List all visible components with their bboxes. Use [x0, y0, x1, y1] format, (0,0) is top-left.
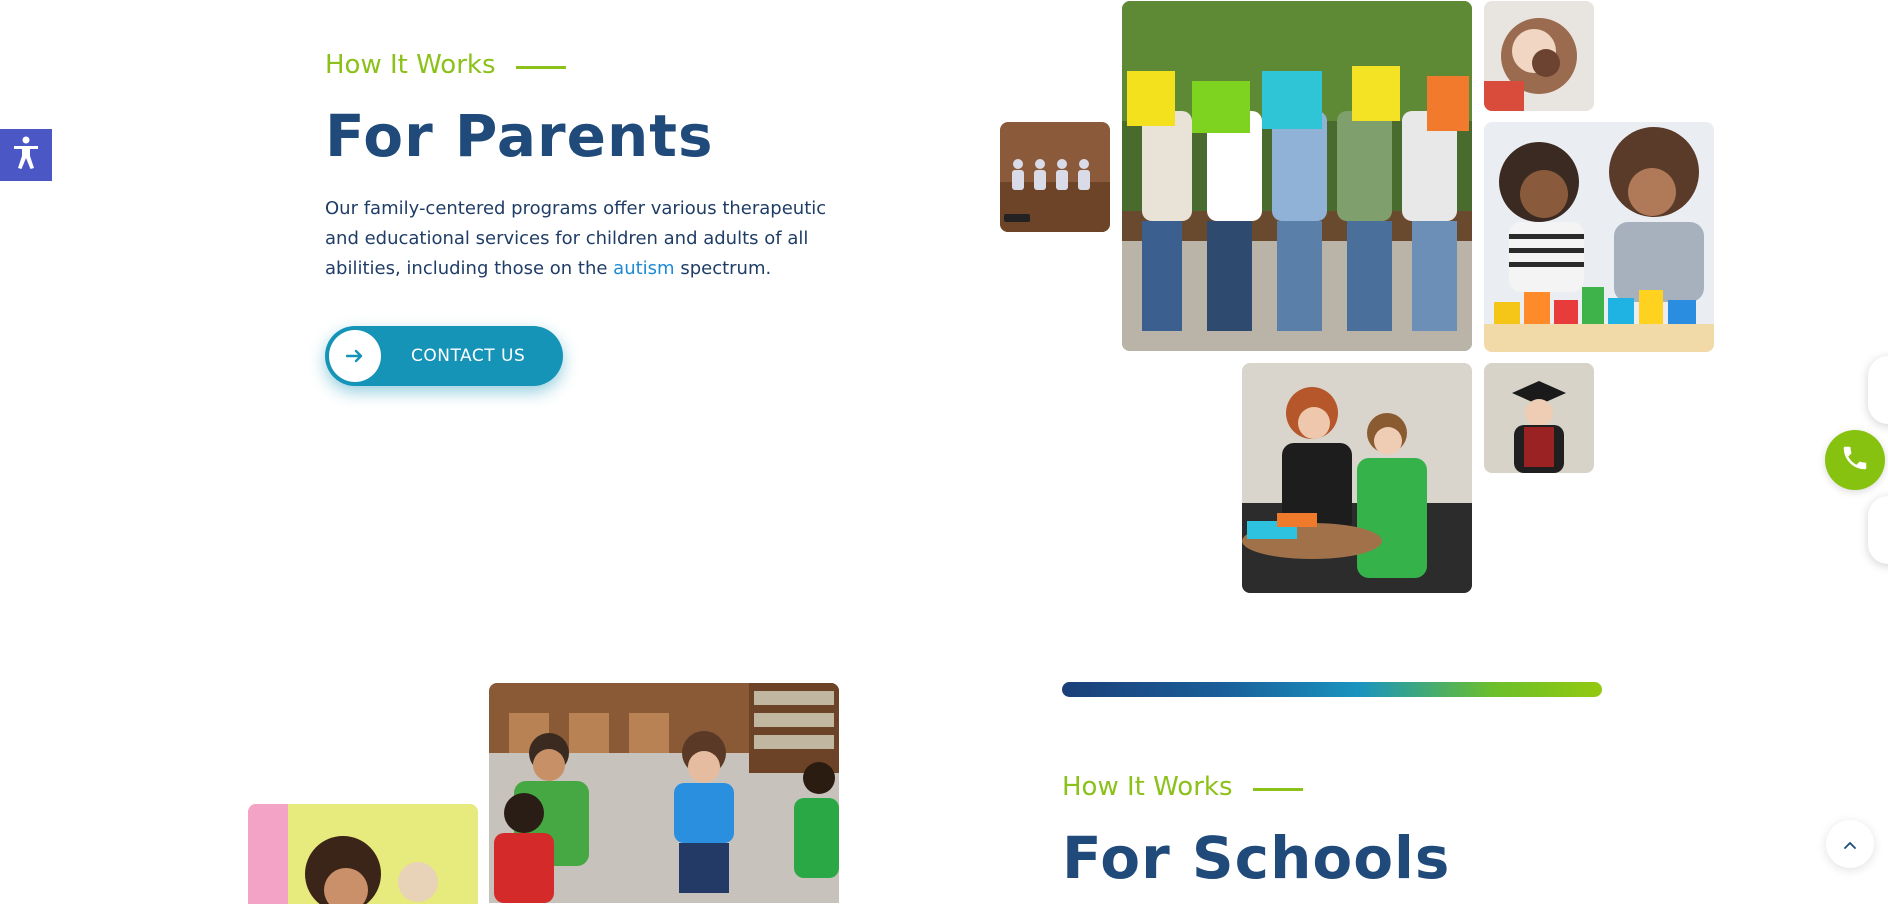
contact-us-button[interactable]: CONTACT US — [325, 326, 563, 386]
phone-icon — [1840, 443, 1870, 477]
teacher-with-boy-photo — [1242, 363, 1472, 593]
scroll-to-top-button[interactable] — [1826, 820, 1874, 868]
parents-description: Our family-centered programs offer vario… — [325, 194, 845, 284]
description-text-end: spectrum. — [674, 258, 772, 279]
accessibility-toolbar-button[interactable] — [0, 129, 52, 181]
eyebrow-text: How It Works — [1062, 772, 1233, 802]
paper-chain-people-photo — [1000, 122, 1110, 232]
contact-us-label: CONTACT US — [411, 346, 526, 366]
classroom-group-photo — [489, 683, 839, 903]
stacked-hands-photo — [1484, 1, 1594, 111]
autism-link[interactable]: autism — [613, 258, 674, 279]
parents-eyebrow: How It Works — [325, 50, 566, 80]
graduate-toddler-photo — [1484, 363, 1594, 473]
arrow-right-icon — [329, 330, 381, 382]
page-title: For Parents — [325, 102, 714, 170]
eyebrow-divider — [1252, 787, 1303, 791]
section-gradient-divider — [1062, 682, 1602, 697]
side-contact-card-top[interactable] — [1868, 356, 1888, 424]
child-and-mother-playing-blocks-photo — [1484, 122, 1714, 352]
chevron-up-icon — [1843, 835, 1857, 854]
eyebrow-text: How It Works — [325, 50, 496, 80]
accessibility-person-icon — [11, 136, 41, 174]
section-title: For Schools — [1062, 824, 1451, 892]
children-reading-books-photo — [1122, 1, 1472, 351]
eyebrow-divider — [515, 65, 566, 69]
phone-call-button[interactable] — [1825, 430, 1885, 490]
teacher-with-child-photo — [248, 804, 478, 904]
schools-eyebrow: How It Works — [1062, 772, 1303, 802]
side-contact-card-bottom[interactable] — [1868, 496, 1888, 564]
